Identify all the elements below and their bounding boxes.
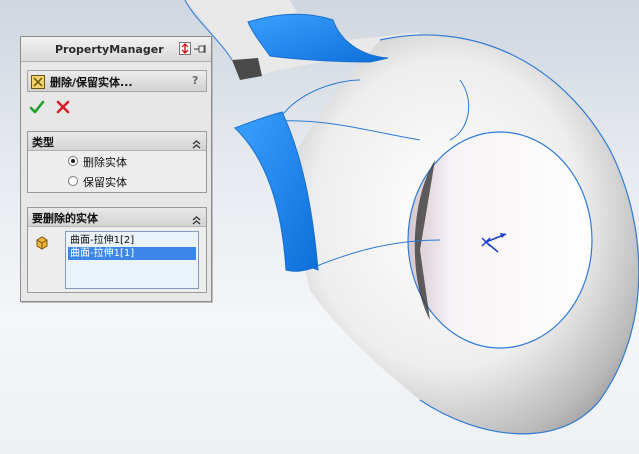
selected-face-left bbox=[234, 111, 319, 272]
expand-icon[interactable] bbox=[179, 42, 191, 55]
list-item[interactable]: 曲面-拉伸1[2] bbox=[68, 234, 196, 247]
radio-button[interactable] bbox=[68, 176, 78, 186]
radio-label: 删除实体 bbox=[83, 156, 127, 169]
bodies-group-title: 要删除的实体 bbox=[32, 212, 98, 225]
type-group-title: 类型 bbox=[32, 136, 54, 149]
solid-body-icon bbox=[34, 234, 50, 250]
delete-keep-body-icon bbox=[31, 74, 45, 89]
feature-title-bar: 删除/保留实体... ? bbox=[27, 70, 207, 92]
property-manager-panel: PropertyManager 删除/保留实体... ? 类型 删除实体 保留实… bbox=[20, 36, 212, 302]
bodies-group-header[interactable]: 要删除的实体 bbox=[28, 208, 206, 227]
type-group: 类型 删除实体 保留实体 bbox=[27, 131, 207, 193]
radio-button-selected[interactable] bbox=[68, 156, 78, 166]
radio-label: 保留实体 bbox=[83, 176, 127, 189]
pin-icon[interactable] bbox=[194, 45, 206, 53]
property-manager-title: PropertyManager bbox=[55, 43, 164, 56]
checkmark-icon bbox=[29, 100, 45, 114]
x-icon bbox=[56, 100, 70, 114]
feature-title: 删除/保留实体... bbox=[50, 76, 133, 89]
header-icons bbox=[179, 42, 207, 56]
cancel-button[interactable] bbox=[55, 99, 71, 115]
help-button[interactable]: ? bbox=[192, 74, 198, 87]
list-item-selected[interactable]: 曲面-拉伸1[1] bbox=[68, 247, 196, 260]
property-manager-header: PropertyManager bbox=[21, 37, 211, 62]
collapse-icon[interactable] bbox=[191, 211, 202, 225]
ok-button[interactable] bbox=[29, 99, 45, 115]
bodies-to-delete-group: 要删除的实体 曲面-拉伸1[2] 曲面-拉伸1[1] bbox=[27, 207, 207, 293]
stem-dark-face bbox=[232, 58, 262, 80]
bodies-selection-list[interactable]: 曲面-拉伸1[2] 曲面-拉伸1[1] bbox=[65, 231, 199, 289]
type-group-header[interactable]: 类型 bbox=[28, 132, 206, 151]
collapse-icon[interactable] bbox=[191, 135, 202, 149]
